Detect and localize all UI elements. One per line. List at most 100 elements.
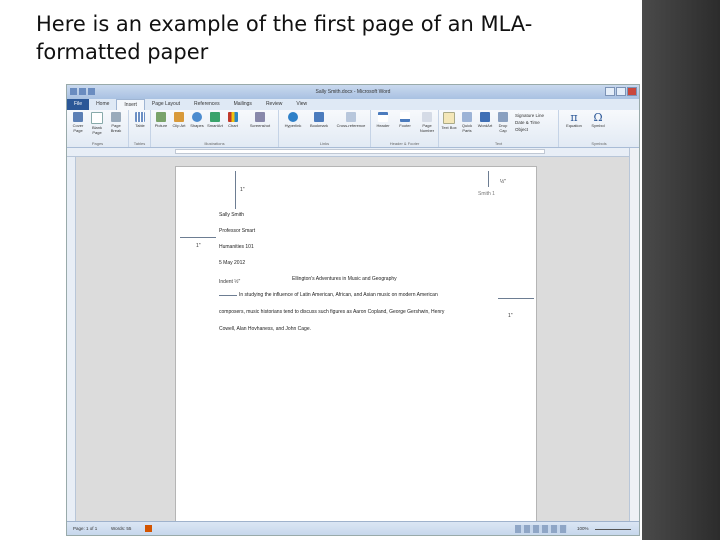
drop-cap-button[interactable]: Drop Cap [495, 112, 511, 133]
save-icon[interactable] [70, 88, 77, 95]
paper-date: 5 May 2012 [219, 260, 246, 266]
tab-view[interactable]: View [289, 99, 314, 110]
wordart-icon [480, 112, 490, 122]
professor-name: Professor Smart [219, 228, 256, 234]
quick-access-toolbar [70, 88, 95, 95]
shapes-button[interactable]: Shapes [189, 112, 205, 128]
slide-accent-bar [642, 0, 720, 540]
tab-file[interactable]: File [67, 99, 90, 110]
page-break-button[interactable]: Page Break [108, 112, 124, 133]
header-margin-arrow [488, 171, 489, 187]
group-illustrations-label: Illustrations [204, 141, 225, 146]
page-count[interactable]: Page: 1 of 1 [73, 526, 97, 531]
group-pages: Cover Page Blank Page Page Break Pages [67, 110, 129, 147]
pi-icon: π [570, 111, 578, 124]
group-header-footer-label: Header & Footer [389, 141, 420, 146]
redo-icon[interactable] [88, 88, 95, 95]
symbol-button[interactable]: Ω Symbol [587, 112, 609, 128]
text-box-button[interactable]: Text Box [441, 112, 457, 130]
group-links-label: Links [319, 141, 330, 146]
quick-parts-icon [462, 112, 472, 122]
group-symbols-label: Symbols [591, 141, 607, 146]
cross-reference-icon [346, 112, 356, 122]
header-button[interactable]: Header [373, 112, 393, 128]
close-button[interactable] [627, 87, 637, 96]
zoom-slider[interactable] [595, 529, 631, 530]
wordart-button[interactable]: WordArt [477, 112, 493, 128]
slide-title-line2: formatted paper [36, 40, 209, 64]
globe-icon [288, 112, 298, 122]
header-icon [378, 112, 388, 122]
signature-line-button[interactable]: Signature Line [515, 112, 544, 119]
chart-button[interactable]: Chart [225, 112, 241, 128]
chart-icon [228, 112, 238, 122]
object-button[interactable]: Object [515, 126, 544, 133]
view-buttons[interactable] [515, 525, 567, 533]
proofing-icon[interactable] [145, 525, 152, 532]
author-name: Sally Smith [219, 212, 245, 218]
slide-title-line1: Here is an example of the first page of … [36, 12, 533, 36]
top-margin-arrow [235, 171, 236, 209]
omega-icon: Ω [593, 111, 603, 124]
smartart-button[interactable]: SmartArt [207, 112, 223, 128]
minimize-button[interactable] [605, 87, 615, 96]
screenshot-icon [255, 112, 265, 122]
tab-mailings[interactable]: Mailings [227, 99, 259, 110]
course-name: Humanities 101 [219, 244, 254, 250]
smartart-icon [210, 112, 220, 122]
bookmark-button[interactable]: Bookmark [307, 112, 331, 128]
tab-home[interactable]: Home [89, 99, 116, 110]
vertical-scrollbar[interactable] [629, 148, 639, 521]
group-header-footer: Header Footer Page Number Header & Foote… [371, 110, 439, 147]
group-pages-label: Pages [91, 141, 104, 146]
body-line-1: In studying the influence of Latin Ameri… [239, 292, 438, 298]
picture-icon [156, 112, 166, 122]
header-margin-label: ½" [500, 179, 506, 185]
tab-page-layout[interactable]: Page Layout [145, 99, 187, 110]
left-margin-label: 1" [196, 243, 201, 249]
page-number-button[interactable]: Page Number [417, 112, 437, 133]
blank-page-button[interactable]: Blank Page [89, 112, 105, 135]
group-text-label: Text [494, 141, 503, 146]
blank-page-icon [91, 112, 103, 124]
page-break-icon [111, 112, 121, 122]
tab-references[interactable]: References [187, 99, 227, 110]
tab-review[interactable]: Review [259, 99, 289, 110]
footer-icon [400, 112, 410, 122]
vertical-ruler[interactable] [67, 157, 76, 521]
screenshot-button[interactable]: Screenshot [245, 112, 275, 128]
bookmark-icon [314, 112, 324, 122]
undo-icon[interactable] [79, 88, 86, 95]
horizontal-ruler[interactable] [67, 148, 639, 157]
cover-page-button[interactable]: Cover Page [70, 112, 86, 133]
window-title: Sally Smith.docx - Microsoft Word [315, 89, 391, 95]
paper-title: Ellington's Adventures in Music and Geog… [292, 276, 397, 282]
word-count[interactable]: Words: 55 [111, 526, 131, 531]
top-margin-label: 1" [240, 187, 245, 193]
left-margin-arrow [180, 237, 216, 238]
ribbon-tabs: File Home Insert Page Layout References … [67, 99, 639, 110]
hyperlink-button[interactable]: Hyperlink [281, 112, 305, 128]
document-page[interactable]: Smith 1 Sally Smith Professor Smart Huma… [175, 166, 537, 535]
group-symbols: π Equation Ω Symbol Symbols [559, 110, 639, 147]
group-tables: Table Tables [129, 110, 151, 147]
clip-art-button[interactable]: Clip Art [171, 112, 187, 128]
equation-button[interactable]: π Equation [563, 112, 585, 128]
running-header: Smith 1 [478, 191, 495, 197]
picture-button[interactable]: Picture [153, 112, 169, 128]
date-time-button[interactable]: Date & Time [515, 119, 544, 126]
cross-reference-button[interactable]: Cross-reference [333, 112, 369, 128]
shapes-icon [192, 112, 202, 122]
maximize-button[interactable] [616, 87, 626, 96]
footer-button[interactable]: Footer [395, 112, 415, 128]
body-line-2: composers, music historians tend to disc… [219, 309, 445, 315]
text-small-buttons: Signature Line Date & Time Object [515, 112, 544, 133]
clip-art-icon [174, 112, 184, 122]
group-links: Hyperlink Bookmark Cross-reference Links [279, 110, 371, 147]
table-button[interactable]: Table [132, 112, 148, 128]
tab-insert[interactable]: Insert [116, 99, 145, 110]
group-tables-label: Tables [133, 141, 146, 146]
drop-cap-icon [498, 112, 508, 122]
quick-parts-button[interactable]: Quick Parts [459, 112, 475, 133]
zoom-level[interactable]: 100% [577, 526, 589, 531]
